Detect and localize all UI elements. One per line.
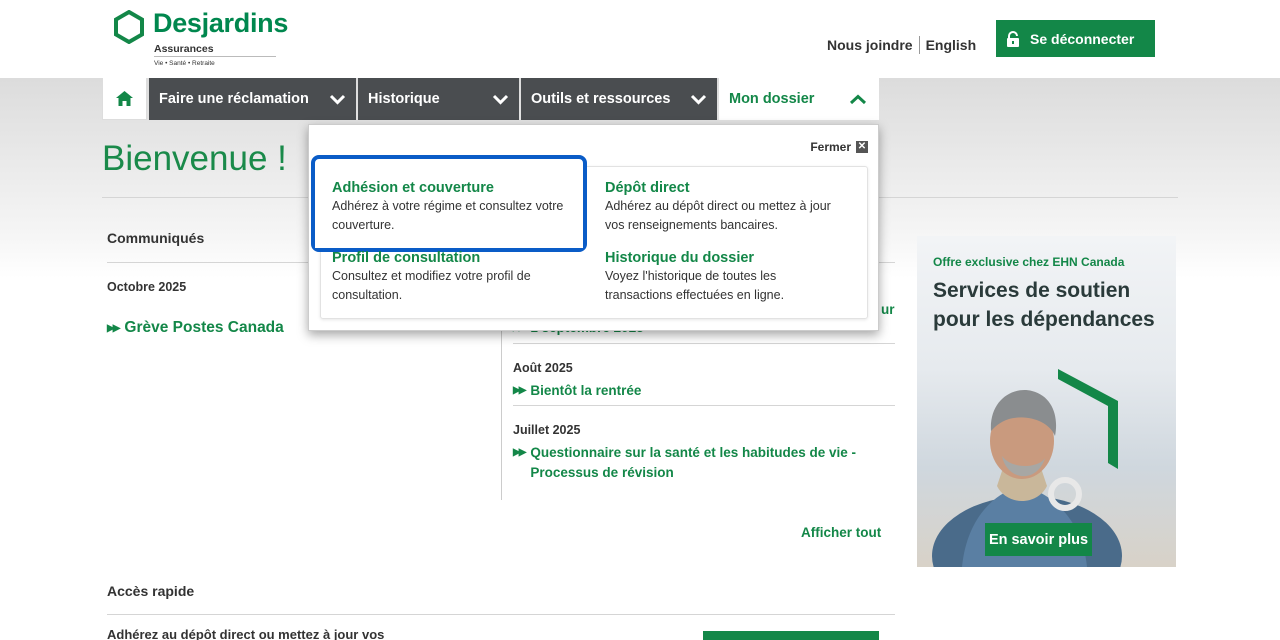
ad-learn-more-button[interactable]: En savoir plus — [985, 523, 1092, 556]
nav-item-label: Faire une réclamation — [159, 91, 309, 107]
news-divider — [513, 343, 895, 344]
logout-button[interactable]: Se déconnecter — [996, 20, 1155, 57]
close-icon: ✕ — [856, 141, 868, 153]
news-link-label: Bientôt la rentrée — [530, 383, 642, 398]
menu-item-desc: Consultez et modifiez votre profil de co… — [332, 269, 531, 302]
news-link[interactable]: ▶▶ Bientôt la rentrée — [513, 381, 893, 401]
menu-item-file-history[interactable]: Historique du dossier Voyez l'historique… — [605, 249, 865, 305]
news-link-label: Grève Postes Canada — [124, 319, 284, 336]
page-title: Bienvenue ! — [102, 139, 287, 178]
close-dropdown-button[interactable]: Fermer ✕ — [810, 140, 868, 154]
news-month: Août 2025 — [513, 361, 573, 375]
menu-item-desc: Adhérez à votre régime et consultez votr… — [332, 199, 564, 232]
news-month: Octobre 2025 — [107, 280, 187, 294]
menu-item-desc: Adhérez au dépôt direct ou mettez à jour… — [605, 199, 831, 232]
chevron-down-icon — [492, 94, 509, 105]
logo-tagline: Vie • Santé • Retraite — [154, 60, 215, 67]
logo-name: Desjardins — [153, 8, 289, 38]
logo-divider — [154, 56, 276, 57]
news-divider — [513, 405, 895, 406]
chevron-down-icon — [690, 94, 707, 105]
lock-icon — [1007, 30, 1019, 47]
highlight-overlap — [315, 243, 583, 248]
close-label: Fermer — [810, 140, 851, 154]
chevron-up-icon — [849, 93, 867, 104]
menu-item-enrolment-coverage[interactable]: Adhésion et couverture Adhérez à votre r… — [332, 179, 592, 235]
top-links: Nous joindre English — [827, 36, 976, 54]
menu-item-title: Historique du dossier — [605, 250, 755, 266]
nav-item-label: Mon dossier — [729, 91, 815, 107]
chevron-down-icon — [329, 94, 346, 105]
news-link[interactable]: ▶▶ Questionnaire sur la santé et les hab… — [513, 443, 888, 483]
nav-item-claims[interactable]: Faire une réclamation — [149, 78, 356, 120]
link-separator — [918, 36, 920, 54]
nav-item-label: Historique — [368, 91, 440, 107]
double-arrow-icon: ▶▶ — [513, 385, 526, 396]
quick-access-text: Adhérez au dépôt direct ou mettez à jour… — [107, 627, 385, 640]
nav-home[interactable] — [102, 78, 147, 120]
ad-kicker: Offre exclusive chez EHN Canada — [933, 255, 1125, 269]
menu-item-consultation-profile[interactable]: Profil de consultation Consultez et modi… — [332, 249, 592, 309]
communiques-title: Communiqués — [107, 230, 205, 246]
hexagon-logo-icon — [114, 10, 144, 44]
double-arrow-icon: ▶▶ — [513, 447, 526, 458]
logout-label: Se déconnecter — [1030, 30, 1135, 47]
news-month: Juillet 2025 — [513, 423, 581, 437]
section-divider — [107, 614, 895, 615]
site-header: Desjardins Assurances Vie • Santé • Retr… — [0, 0, 1280, 78]
nav-item-my-file[interactable]: Mon dossier — [719, 78, 879, 120]
ad-title: Services de soutien pour les dépendances — [933, 279, 1155, 331]
menu-item-title: Profil de consultation — [332, 250, 481, 266]
double-arrow-icon: ▶▶ — [107, 323, 120, 334]
nav-item-tools[interactable]: Outils et ressources — [521, 78, 717, 120]
quick-access-title: Accès rapide — [107, 583, 195, 599]
menu-item-title: Dépôt direct — [605, 180, 690, 196]
contact-link[interactable]: Nous joindre — [827, 37, 913, 53]
news-link-fragment[interactable]: ur — [881, 302, 895, 317]
home-icon — [116, 91, 133, 106]
nav-item-history[interactable]: Historique — [358, 78, 519, 120]
language-link[interactable]: English — [926, 37, 977, 53]
menu-item-desc: Voyez l'historique de toutes les transac… — [605, 269, 785, 302]
logo-subtitle: Assurances — [154, 43, 214, 55]
menu-item-title: Adhésion et couverture — [332, 180, 494, 196]
promo-ad[interactable]: Offre exclusive chez EHN Canada Services… — [917, 236, 1176, 567]
show-all-link[interactable]: Afficher tout — [801, 525, 881, 540]
menu-item-direct-deposit[interactable]: Dépôt direct Adhérez au dépôt direct ou … — [605, 179, 865, 235]
news-link-label: Questionnaire sur la santé et les habitu… — [530, 445, 856, 480]
news-link[interactable]: ▶▶ Grève Postes Canada — [107, 319, 284, 337]
nav-item-label: Outils et ressources — [531, 91, 671, 107]
quick-access-button[interactable] — [703, 631, 879, 640]
